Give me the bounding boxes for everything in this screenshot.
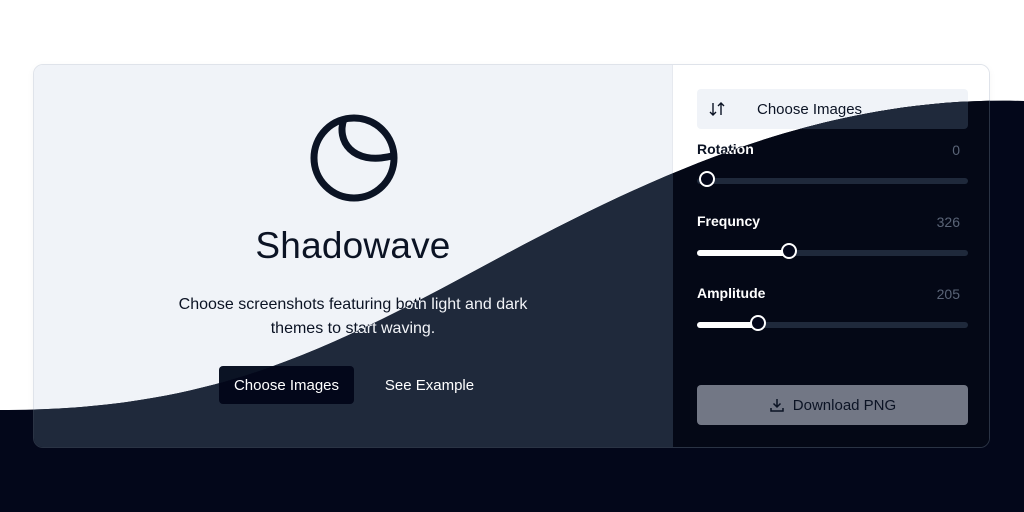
rotation-slider[interactable] bbox=[697, 178, 968, 184]
amplitude-value: 205 bbox=[936, 286, 960, 302]
download-icon bbox=[769, 397, 785, 413]
frequency-slider-thumb[interactable] bbox=[781, 243, 797, 259]
amplitude-slider-row: Amplitude 205 bbox=[697, 285, 968, 345]
download-png-label: Download PNG bbox=[792, 396, 897, 414]
rotation-slider-thumb[interactable] bbox=[699, 171, 715, 187]
amplitude-label: Amplitude bbox=[697, 285, 766, 301]
frequency-slider-row: Frequncy 326 bbox=[697, 213, 968, 273]
amplitude-slider[interactable] bbox=[697, 322, 968, 328]
rotation-slider-row: Rotation 0 bbox=[697, 141, 968, 201]
shadowave-logo-icon bbox=[310, 114, 398, 202]
sort-arrows-icon bbox=[709, 102, 725, 116]
amplitude-slider-thumb[interactable] bbox=[750, 315, 766, 331]
sidebar-choose-images-label: Choose Images bbox=[757, 100, 863, 118]
frequency-slider[interactable] bbox=[697, 250, 968, 256]
download-png-button[interactable]: Download PNG bbox=[697, 385, 968, 425]
frequency-value: 326 bbox=[936, 214, 960, 230]
rotation-value: 0 bbox=[952, 142, 960, 158]
see-example-button[interactable]: See Example bbox=[372, 366, 487, 404]
frequency-label: Frequncy bbox=[697, 213, 761, 229]
